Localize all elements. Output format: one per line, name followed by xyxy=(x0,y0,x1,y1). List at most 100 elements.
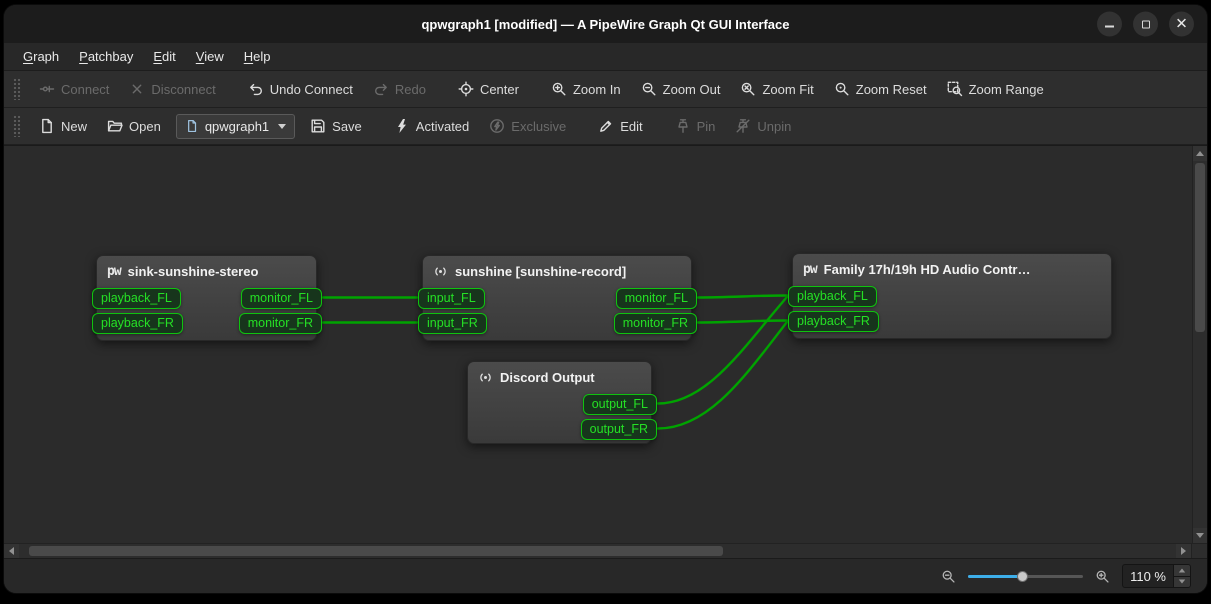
port[interactable]: monitor_FR xyxy=(239,313,322,334)
pipewire-icon: pw xyxy=(803,262,817,277)
redo-button[interactable]: Redo xyxy=(364,75,435,103)
pencil-icon xyxy=(598,118,614,134)
connect-icon xyxy=(39,81,55,97)
toolbar-drag-handle[interactable] xyxy=(13,115,21,137)
arrow-up-icon xyxy=(1179,568,1185,572)
zoom-reset-icon xyxy=(834,81,850,97)
zoom-step-up-button[interactable] xyxy=(1174,565,1190,577)
maximize-button[interactable] xyxy=(1133,12,1158,37)
zoom-slider-handle[interactable] xyxy=(1017,571,1028,582)
port[interactable]: monitor_FL xyxy=(616,288,697,309)
redo-icon xyxy=(373,81,389,97)
zoom-range-button[interactable]: Zoom Range xyxy=(938,75,1053,103)
arrow-down-icon xyxy=(1179,580,1185,584)
zoom-reset-button[interactable]: Zoom Reset xyxy=(825,75,936,103)
toolbar-drag-handle[interactable] xyxy=(13,78,21,100)
chevron-down-icon xyxy=(278,124,286,129)
zoom-slider-fill xyxy=(968,575,1022,578)
minimize-button[interactable] xyxy=(1097,12,1122,37)
center-icon xyxy=(458,81,474,97)
patchbay-toolbar: New Open qpwgraph1 Save Activated Exclus… xyxy=(4,108,1207,145)
port[interactable]: playback_FR xyxy=(788,311,879,332)
window-controls: ✕ xyxy=(1097,12,1194,37)
connect-button[interactable]: Connect xyxy=(30,75,118,103)
unpin-button[interactable]: Unpin xyxy=(726,112,800,140)
arrow-up-icon xyxy=(1196,151,1204,156)
connection-wire[interactable] xyxy=(698,321,787,323)
zoom-in-icon[interactable] xyxy=(1095,569,1110,584)
node-family-hd-audio[interactable]: pw Family 17h/19h HD Audio Contr… playba… xyxy=(792,253,1112,339)
undo-connect-button[interactable]: Undo Connect xyxy=(239,75,362,103)
horizontal-scrollbar[interactable] xyxy=(4,543,1207,558)
horizontal-scroll-track[interactable] xyxy=(19,544,1176,558)
vertical-scroll-thumb[interactable] xyxy=(1195,163,1205,332)
node-title: sunshine [sunshine-record] xyxy=(423,256,691,279)
zoom-out-button[interactable]: Zoom Out xyxy=(632,75,730,103)
close-button[interactable]: ✕ xyxy=(1169,12,1194,37)
disconnect-button[interactable]: Disconnect xyxy=(120,75,224,103)
node-title: Discord Output xyxy=(468,362,651,385)
scroll-left-button[interactable] xyxy=(4,544,19,558)
vertical-scrollbar[interactable] xyxy=(1192,146,1207,543)
menu-patchbay[interactable]: Patchbay xyxy=(70,45,142,68)
app-window: qpwgraph1 [modified] — A PipeWire Graph … xyxy=(4,5,1207,593)
node-discord-output[interactable]: Discord Output output_FL output_FR xyxy=(467,361,652,444)
connection-wire[interactable] xyxy=(698,296,787,298)
horizontal-scroll-thumb[interactable] xyxy=(29,546,723,556)
new-patchbay-button[interactable]: New xyxy=(30,112,96,140)
statusbar: 110 % xyxy=(4,558,1207,593)
port[interactable]: output_FR xyxy=(581,419,657,440)
exclusive-toggle-button[interactable]: Exclusive xyxy=(480,112,575,140)
port[interactable]: playback_FL xyxy=(788,286,877,307)
scroll-up-button[interactable] xyxy=(1193,146,1207,161)
patchbay-file-dropdown[interactable]: qpwgraph1 xyxy=(176,114,295,139)
pin-icon xyxy=(675,118,691,134)
activated-toggle-button[interactable]: Activated xyxy=(385,112,478,140)
record-icon xyxy=(433,264,448,279)
pipewire-icon: pw xyxy=(107,264,121,279)
zoom-slider[interactable] xyxy=(968,568,1083,584)
circled-lightning-icon xyxy=(489,118,505,134)
lightning-icon xyxy=(394,118,410,134)
node-sunshine-record[interactable]: sunshine [sunshine-record] input_FL inpu… xyxy=(422,255,692,341)
port[interactable]: playback_FL xyxy=(92,288,181,309)
node-title: pw Family 17h/19h HD Audio Contr… xyxy=(793,254,1111,277)
port[interactable]: output_FL xyxy=(583,394,657,415)
zoom-step-down-button[interactable] xyxy=(1174,577,1190,588)
node-sink-sunshine-stereo[interactable]: pw sink-sunshine-stereo playback_FL play… xyxy=(96,255,317,341)
menu-graph[interactable]: Graph xyxy=(14,45,68,68)
pin-button[interactable]: Pin xyxy=(666,112,725,140)
zoom-out-icon[interactable] xyxy=(941,569,956,584)
zoom-fit-icon xyxy=(740,81,756,97)
port[interactable]: monitor_FL xyxy=(241,288,322,309)
vertical-scroll-track[interactable] xyxy=(1193,161,1207,528)
menu-edit[interactable]: Edit xyxy=(144,45,184,68)
port[interactable]: playback_FR xyxy=(92,313,183,334)
center-button[interactable]: Center xyxy=(449,75,528,103)
new-file-icon xyxy=(39,118,55,134)
menu-help[interactable]: Help xyxy=(235,45,280,68)
edit-patchbay-button[interactable]: Edit xyxy=(589,112,651,140)
patchbay-file-icon xyxy=(185,119,199,133)
maximize-icon xyxy=(1142,20,1150,28)
arrow-left-icon xyxy=(9,547,14,555)
save-patchbay-button[interactable]: Save xyxy=(301,112,371,140)
titlebar[interactable]: qpwgraph1 [modified] — A PipeWire Graph … xyxy=(4,5,1207,43)
port[interactable]: monitor_FR xyxy=(614,313,697,334)
zoom-in-button[interactable]: Zoom In xyxy=(542,75,630,103)
scroll-right-button[interactable] xyxy=(1176,544,1191,558)
open-patchbay-button[interactable]: Open xyxy=(98,112,170,140)
graph-canvas[interactable]: pw sink-sunshine-stereo playback_FL play… xyxy=(4,146,1192,543)
scroll-down-button[interactable] xyxy=(1193,528,1207,543)
zoom-value[interactable]: 110 % xyxy=(1123,565,1173,587)
zoom-range-icon xyxy=(947,81,963,97)
close-icon: ✕ xyxy=(1175,17,1188,32)
zoom-fit-button[interactable]: Zoom Fit xyxy=(731,75,822,103)
disconnect-icon xyxy=(129,81,145,97)
zoom-spinbox[interactable]: 110 % xyxy=(1122,564,1191,588)
menu-view[interactable]: View xyxy=(187,45,233,68)
arrow-right-icon xyxy=(1181,547,1186,555)
minimize-icon xyxy=(1105,26,1114,28)
port[interactable]: input_FL xyxy=(418,288,485,309)
port[interactable]: input_FR xyxy=(418,313,487,334)
